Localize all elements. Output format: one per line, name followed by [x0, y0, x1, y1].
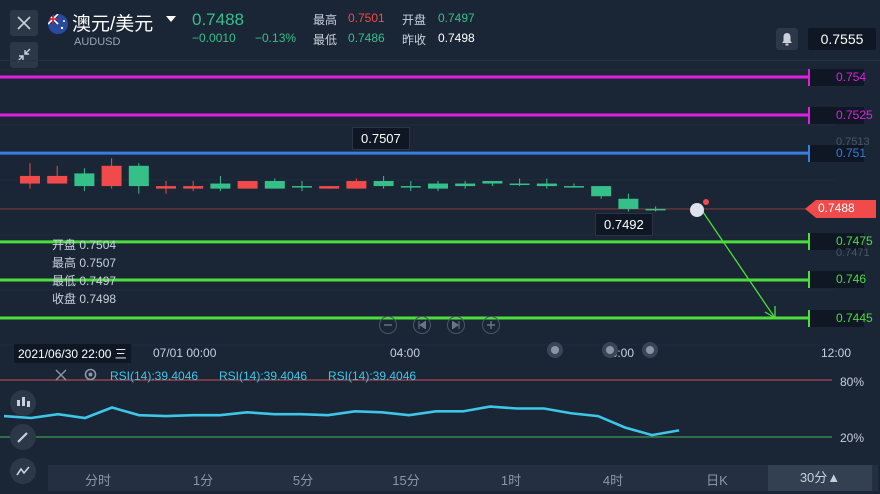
trend-arrow — [702, 211, 776, 319]
high-callout: 0.7507 — [352, 127, 410, 150]
candle-body — [101, 165, 122, 187]
timeframe-tab[interactable]: 日K — [687, 470, 747, 489]
candle-body — [373, 181, 394, 187]
line-chart-icon — [16, 466, 30, 476]
faded-axis-label: 0.7513 — [836, 136, 870, 148]
event-marker[interactable] — [642, 342, 658, 358]
candle-body — [183, 186, 204, 189]
candle-body — [618, 198, 639, 209]
candle-body — [509, 183, 530, 186]
candle-body — [645, 208, 666, 211]
candle-body — [482, 181, 503, 184]
rsi-label: RSI(14):39.4046 — [328, 369, 417, 383]
pencil-icon — [17, 432, 28, 443]
close-indicator-icon[interactable] — [54, 368, 68, 382]
current-price-pointer — [805, 199, 816, 218]
current-price-tag: 0.7488 — [816, 199, 876, 218]
candle-body — [346, 181, 367, 189]
zoom-out-button[interactable] — [379, 316, 397, 334]
timeframe-tab[interactable]: 30分▲ — [768, 465, 872, 491]
settings-gear-icon[interactable] — [83, 367, 98, 382]
minus-icon — [384, 324, 392, 326]
indicator-button[interactable] — [10, 458, 36, 484]
info-marker — [690, 203, 704, 217]
candlestick-icon — [17, 397, 30, 407]
candle-body — [319, 186, 340, 189]
ohlc-high: 最高 0.7507 — [52, 256, 117, 270]
skip-back-icon — [418, 321, 426, 329]
candle-body — [455, 183, 476, 187]
candle-body — [292, 186, 312, 188]
time-label: 12:00 — [821, 346, 852, 360]
candle-body — [591, 186, 612, 197]
candlestick-chart[interactable] — [0, 0, 880, 494]
timeframe-tab[interactable]: 5分 — [273, 470, 333, 489]
candle-body — [128, 165, 149, 187]
crosshair-time: 2021/06/30 22:00 三 — [14, 344, 131, 363]
timeframe-tab[interactable]: 1分 — [173, 470, 233, 489]
candle-body — [74, 173, 95, 187]
timeframe-tab[interactable]: 1时 — [481, 470, 541, 489]
price-level-tag[interactable]: 0.746 — [808, 271, 866, 289]
candle-style-button[interactable] — [10, 390, 36, 416]
rsi-lower-label: 20% — [840, 431, 865, 445]
scroll-start-button[interactable] — [413, 316, 431, 334]
zoom-in-button[interactable] — [482, 316, 500, 334]
plus-icon — [487, 321, 495, 329]
faded-axis-label: 0.7471 — [836, 247, 870, 259]
candle-body — [20, 175, 40, 184]
candle-body — [210, 183, 231, 189]
candle-body — [428, 183, 448, 189]
candle-body — [536, 183, 557, 187]
candle-body — [400, 186, 421, 188]
low-callout: 0.7492 — [595, 213, 653, 236]
rsi-upper-label: 80% — [840, 375, 865, 389]
time-label: 04:00 — [390, 346, 421, 360]
timeframe-tab[interactable]: 15分 — [376, 470, 436, 489]
price-level-tag[interactable]: 0.754 — [808, 68, 866, 86]
time-label: 07/01 00:00 — [153, 346, 217, 360]
info-marker-dot — [703, 199, 709, 205]
timeframe-tab[interactable]: 4时 — [583, 470, 643, 489]
candle-body — [156, 186, 176, 189]
ohlc-close: 收盘 0.7498 — [52, 292, 117, 306]
timeframe-tab[interactable]: 分时 — [68, 470, 128, 489]
event-marker[interactable] — [602, 342, 618, 358]
candle-body — [47, 175, 68, 184]
scroll-end-button[interactable] — [447, 316, 465, 334]
rsi-line — [3, 405, 680, 437]
candle-body — [264, 181, 285, 189]
event-marker[interactable] — [547, 342, 563, 358]
ohlc-open: 开盘 0.7504 — [52, 238, 117, 252]
price-level-tag[interactable]: 0.7525 — [808, 106, 873, 124]
ohlc-low: 最低 0.7497 — [52, 274, 117, 288]
rsi-label: RSI(14):39.4046 — [110, 369, 199, 383]
price-level-tag[interactable]: 0.7445 — [808, 309, 873, 327]
draw-tool-button[interactable] — [10, 424, 36, 450]
rsi-label: RSI(14):39.4046 — [219, 369, 308, 383]
skip-forward-icon — [452, 321, 460, 329]
candle-body — [237, 181, 258, 189]
candle-body — [564, 186, 584, 188]
